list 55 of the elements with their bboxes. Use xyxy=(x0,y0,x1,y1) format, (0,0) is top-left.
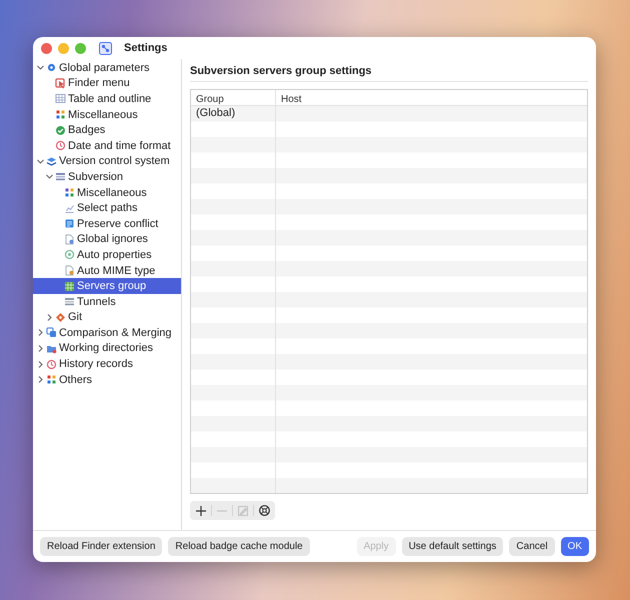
app-icon xyxy=(99,42,112,54)
sidebar-item[interactable]: History records xyxy=(33,356,181,372)
table-icon xyxy=(64,280,75,292)
sidebar-item[interactable]: Others xyxy=(33,372,181,388)
footer-button[interactable]: OK xyxy=(560,537,589,556)
sidebar-item[interactable]: Comparison & Merging xyxy=(33,325,181,341)
cursor-icon xyxy=(55,78,66,89)
footer-button[interactable]: Reload badge cache module xyxy=(168,537,310,556)
sidebar-item[interactable]: Badges xyxy=(33,122,181,138)
diamond-icon xyxy=(55,312,66,323)
sidebar-item[interactable]: Miscellaneous xyxy=(33,106,181,122)
page-icon xyxy=(64,234,75,245)
dots-icon xyxy=(64,187,75,198)
chart-icon xyxy=(64,202,75,214)
stack-icon xyxy=(46,156,57,167)
grid-icon xyxy=(55,93,66,104)
sidebar-item[interactable]: Table and outline xyxy=(33,91,181,107)
panel-title: Subversion servers group settings xyxy=(190,65,588,82)
minus-icon xyxy=(217,510,227,512)
doc-icon xyxy=(64,218,75,230)
sidebar-item[interactable]: Git xyxy=(33,310,181,326)
circle-icon xyxy=(64,249,75,260)
sidebar-item[interactable]: Subversion xyxy=(33,169,181,185)
check-icon xyxy=(55,124,66,136)
column-header[interactable]: Host xyxy=(276,90,587,105)
close-button[interactable] xyxy=(41,42,52,54)
pencil-icon xyxy=(238,506,248,516)
dots-icon xyxy=(46,374,57,386)
footer-button[interactable]: Use default settings xyxy=(402,537,504,556)
plus-icon xyxy=(196,506,206,516)
dots-icon xyxy=(55,109,66,120)
footer-button[interactable]: Reload Finder extension xyxy=(40,537,162,556)
sidebar-item[interactable]: Auto properties xyxy=(33,247,181,263)
clock-icon xyxy=(55,140,66,152)
sidebar-item[interactable]: Miscellaneous xyxy=(33,184,181,200)
sidebar-item[interactable]: Global parameters xyxy=(33,60,181,76)
sidebar-item[interactable]: Select paths xyxy=(33,200,181,216)
footer-button[interactable]: Cancel xyxy=(509,537,555,556)
table-cell-text: (Global) xyxy=(195,106,236,121)
clock-icon xyxy=(46,358,57,370)
lines-icon xyxy=(64,296,75,308)
sidebar-item[interactable]: Date and time format xyxy=(33,138,181,154)
page-icon xyxy=(64,265,75,276)
chevron-down-icon[interactable] xyxy=(36,63,45,72)
sidebar-item[interactable]: Tunnels xyxy=(33,294,181,310)
column-header[interactable]: Group xyxy=(191,90,276,105)
sidebar-item[interactable]: Finder menu xyxy=(33,76,181,92)
sidebar-item[interactable]: Preserve conflict xyxy=(33,216,181,232)
sidebar-item[interactable]: Auto MIME type xyxy=(33,262,181,278)
sidebar-item[interactable]: Servers group xyxy=(33,278,181,294)
window-title: Settings xyxy=(124,42,168,54)
lines-icon xyxy=(55,171,66,182)
sidebar-item[interactable]: Global ignores xyxy=(33,232,181,248)
sidebar-item[interactable]: Working directories xyxy=(33,340,181,356)
sidebar-item[interactable]: Version control system xyxy=(33,154,181,170)
